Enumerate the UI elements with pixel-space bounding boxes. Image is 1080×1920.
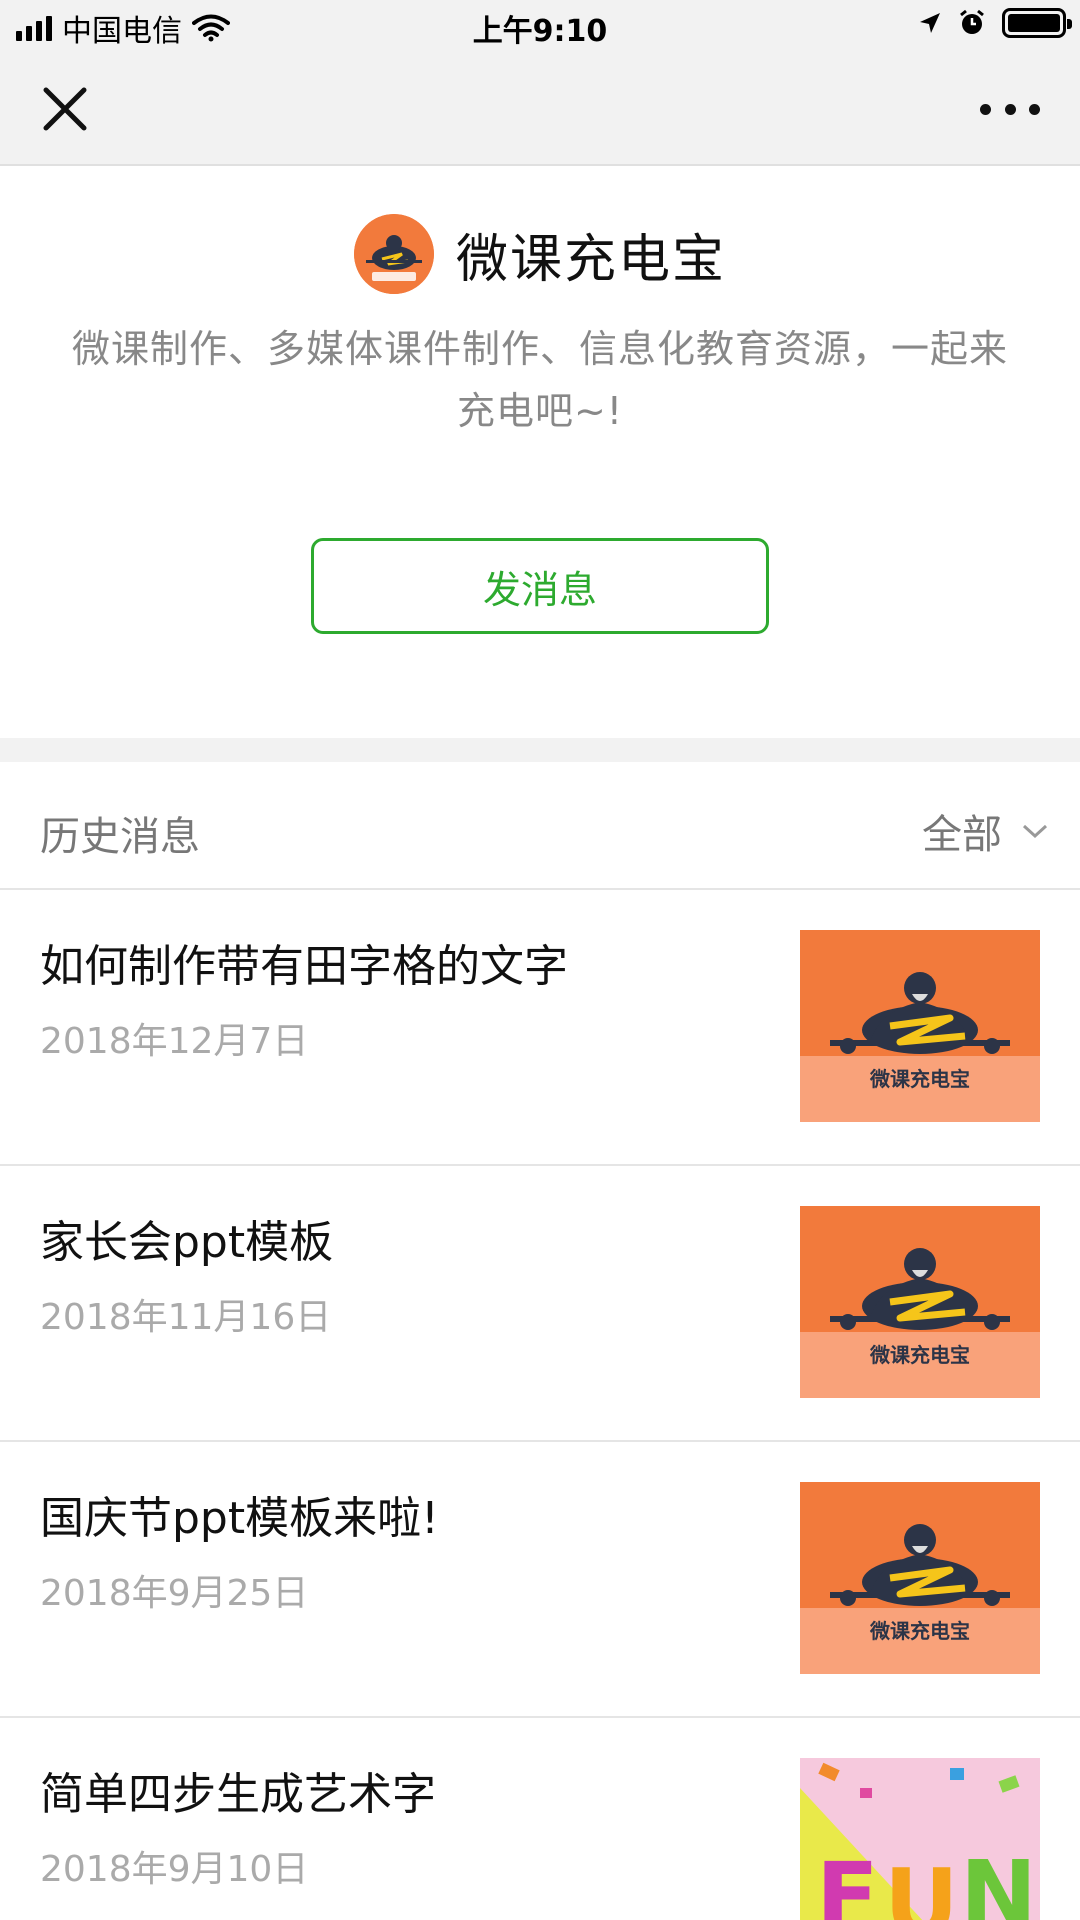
account-profile: 微课充电宝 微课制作、多媒体课件制作、信息化教育资源，一起来充电吧~! 发消息 — [0, 168, 1080, 738]
more-dot — [1004, 103, 1016, 115]
article-date: 2018年11月16日 — [40, 1297, 332, 1338]
logo-text: 微课充电宝 — [869, 1067, 970, 1091]
article-title: 家长会ppt模板 — [40, 1217, 334, 1268]
article-item[interactable]: 家长会ppt模板 2018年11月16日 微课充电宝 — [0, 1166, 1080, 1442]
article-thumbnail: 微课充电宝 — [800, 1482, 1040, 1674]
article-date: 2018年9月25日 — [40, 1573, 309, 1614]
logo-text: 微课充电宝 — [869, 1619, 970, 1643]
history-label: 历史消息 — [40, 814, 200, 860]
article-title: 国庆节ppt模板来啦! — [40, 1493, 439, 1544]
filter-label: 全部 — [922, 812, 1002, 858]
article-title: 简单四步生成艺术字 — [40, 1769, 436, 1820]
location-arrow-icon — [920, 13, 940, 33]
article-item[interactable]: 国庆节ppt模板来啦! 2018年9月25日 微课充电宝 — [0, 1442, 1080, 1718]
status-bar: 中国电信 上午9:10 — [0, 0, 1080, 52]
svg-text:F: F — [816, 1843, 879, 1920]
status-right — [918, 8, 1072, 38]
account-description: 微课制作、多媒体课件制作、信息化教育资源，一起来充电吧~! — [71, 327, 1008, 433]
alarm-icon — [960, 9, 984, 34]
screen: 中国电信 上午9:10 微课充电宝 微课制作、多媒体课件制作、信息化教育资源，一… — [0, 0, 1080, 1920]
more-dot — [980, 103, 991, 115]
article-title: 如何制作带有田字格的文字 — [40, 941, 568, 992]
logo-text: 微课充电宝 — [869, 1343, 970, 1367]
battery-level — [1008, 14, 1060, 32]
article-thumbnail: F U N — [800, 1758, 1040, 1920]
history-header: 历史消息 全部 — [0, 762, 1080, 890]
section-divider — [0, 738, 1080, 762]
battery-icon — [1002, 8, 1072, 38]
article-item[interactable]: 简单四步生成艺术字 2018年9月10日 F U N — [0, 1718, 1080, 1920]
svg-text:N: N — [960, 1841, 1037, 1920]
account-name: 微课充电宝 — [455, 229, 726, 290]
more-icon[interactable] — [980, 94, 1040, 124]
article-date: 2018年12月7日 — [40, 1021, 309, 1062]
article-date: 2018年9月10日 — [40, 1849, 309, 1890]
article-thumbnail: 微课充电宝 — [800, 930, 1040, 1122]
profile-title: 微课充电宝 — [0, 214, 1080, 294]
article-thumbnail: 微课充电宝 — [800, 1206, 1040, 1398]
nav-bar — [0, 52, 1080, 166]
close-icon[interactable] — [40, 84, 90, 134]
history-filter-dropdown[interactable]: 全部 — [922, 802, 1048, 860]
more-dot — [1029, 103, 1040, 115]
account-avatar[interactable] — [353, 214, 434, 294]
chevron-down-icon — [1022, 824, 1048, 839]
svg-text:U: U — [884, 1849, 959, 1920]
send-message-button[interactable]: 发消息 — [311, 538, 769, 634]
article-item[interactable]: 如何制作带有田字格的文字 2018年12月7日 微课充电宝 — [0, 890, 1080, 1166]
